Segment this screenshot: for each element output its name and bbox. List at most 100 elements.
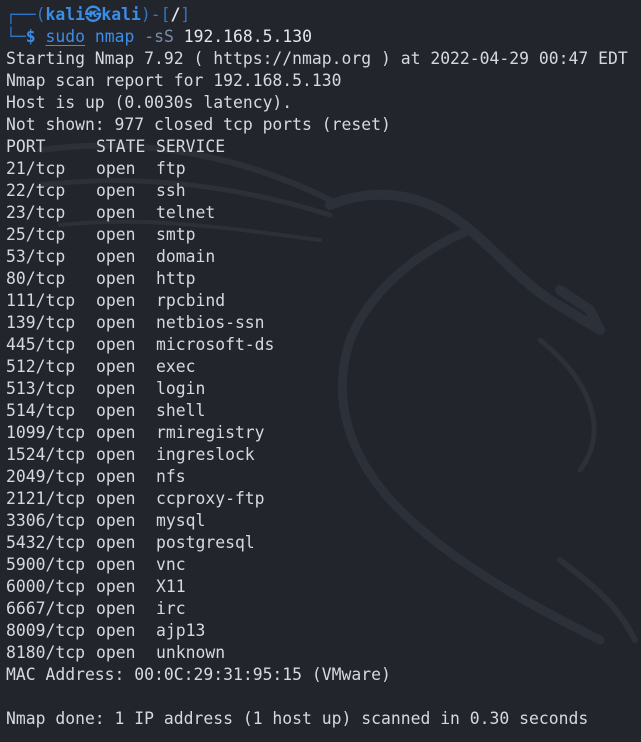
table-row: 8009/tcp open ajp13	[6, 620, 641, 642]
state-cell: open	[96, 577, 136, 596]
table-row: 21/tcp open ftp	[6, 158, 641, 180]
state-cell: open	[96, 467, 136, 486]
output-done: Nmap done: 1 IP address (1 host up) scan…	[6, 709, 589, 728]
service-cell: rmiregistry	[156, 423, 265, 442]
port-cell: 23/tcp	[6, 203, 66, 222]
table-row: 3306/tcp open mysql	[6, 510, 641, 532]
service-cell: login	[156, 379, 206, 398]
port-cell: 111/tcp	[6, 291, 76, 310]
port-cell: 5432/tcp	[6, 533, 85, 552]
header-port: PORT	[6, 137, 46, 156]
table-row: 139/tcp open netbios-ssn	[6, 312, 641, 334]
header-service: SERVICE	[156, 137, 226, 156]
table-row: 111/tcp open rpcbind	[6, 290, 641, 312]
service-cell: ingreslock	[156, 445, 255, 464]
state-cell: open	[96, 269, 136, 288]
table-row: 53/tcp open domain	[6, 246, 641, 268]
service-cell: irc	[156, 599, 186, 618]
output-starting: Starting Nmap 7.92 ( https://nmap.org ) …	[6, 49, 628, 68]
port-cell: 512/tcp	[6, 357, 76, 376]
state-cell: open	[96, 247, 136, 266]
prompt-at-icon: ㉿	[84, 5, 102, 24]
service-cell: vnc	[156, 555, 186, 574]
terminal-window[interactable]: ┌──(kali㉿kali)-[/] └─$ sudo nmap -sS 192…	[0, 0, 641, 742]
port-cell: 22/tcp	[6, 181, 66, 200]
table-row: 5432/tcp open postgresql	[6, 532, 641, 554]
prompt-host: kali	[101, 5, 141, 24]
service-cell: rpcbind	[156, 291, 226, 310]
port-cell: 513/tcp	[6, 379, 76, 398]
command-line[interactable]: └─$ sudo nmap -sS 192.168.5.130	[6, 26, 641, 48]
prompt-separator: )-[	[140, 5, 171, 24]
state-cell: open	[96, 555, 136, 574]
state-cell: open	[96, 621, 136, 640]
service-cell: shell	[156, 401, 206, 420]
table-row: 513/tcp open login	[6, 378, 641, 400]
state-cell: open	[96, 401, 136, 420]
service-cell: netbios-ssn	[156, 313, 265, 332]
state-cell: open	[96, 225, 136, 244]
output-host-up: Host is up (0.0030s latency).	[6, 93, 293, 112]
service-cell: ajp13	[156, 621, 206, 640]
state-cell: open	[96, 599, 136, 618]
state-cell: open	[96, 181, 136, 200]
command-target: 192.168.5.130	[183, 27, 312, 46]
state-cell: open	[96, 159, 136, 178]
prompt-corner-bottom: └─	[6, 27, 26, 46]
service-cell: domain	[156, 247, 216, 266]
table-row: 1099/tcp open rmiregistry	[6, 422, 641, 444]
table-row: 1524/tcp open ingreslock	[6, 444, 641, 466]
table-row: 6000/tcp open X11	[6, 576, 641, 598]
state-cell: open	[96, 203, 136, 222]
port-table: 21/tcp open ftp 22/tcp open ssh 23/tcp open teln…	[6, 158, 641, 664]
table-row: 6667/tcp open irc	[6, 598, 641, 620]
prompt-user: kali	[45, 5, 85, 24]
table-row: 22/tcp open ssh	[6, 180, 641, 202]
port-cell: 53/tcp	[6, 247, 66, 266]
service-cell: ssh	[156, 181, 186, 200]
output-mac: MAC Address: 00:0C:29:31:95:15 (VMware)	[6, 665, 391, 684]
port-cell: 139/tcp	[6, 313, 76, 332]
service-cell: http	[156, 269, 196, 288]
port-cell: 6667/tcp	[6, 599, 85, 618]
port-cell: 6000/tcp	[6, 577, 85, 596]
table-row: 25/tcp open smtp	[6, 224, 641, 246]
port-cell: 25/tcp	[6, 225, 66, 244]
table-row: 80/tcp open http	[6, 268, 641, 290]
state-cell: open	[96, 445, 136, 464]
terminal-output: ┌──(kali㉿kali)-[/] └─$ sudo nmap -sS 192…	[0, 0, 641, 730]
port-cell: 8180/tcp	[6, 643, 85, 662]
state-cell: open	[96, 291, 136, 310]
service-cell: microsoft-ds	[156, 335, 275, 354]
state-cell: open	[96, 643, 136, 662]
table-row: 2049/tcp open nfs	[6, 466, 641, 488]
port-cell: 514/tcp	[6, 401, 76, 420]
port-cell: 3306/tcp	[6, 511, 85, 530]
service-cell: ftp	[156, 159, 186, 178]
prompt-corner-top: ┌──(	[6, 5, 46, 24]
header-state: STATE	[96, 137, 146, 156]
state-cell: open	[96, 511, 136, 530]
state-cell: open	[96, 357, 136, 376]
state-cell: open	[96, 489, 136, 508]
command-flag: -sS	[144, 27, 174, 46]
service-cell: smtp	[156, 225, 196, 244]
port-cell: 21/tcp	[6, 159, 66, 178]
table-row: 23/tcp open telnet	[6, 202, 641, 224]
port-cell: 2121/tcp	[6, 489, 85, 508]
table-row: 8180/tcp open unknown	[6, 642, 641, 664]
port-cell: 2049/tcp	[6, 467, 85, 486]
service-cell: ccproxy-ftp	[156, 489, 265, 508]
prompt-close-bracket: ]	[180, 5, 191, 24]
state-cell: open	[96, 533, 136, 552]
state-cell: open	[96, 313, 136, 332]
service-cell: postgresql	[156, 533, 255, 552]
prompt-line-top: ┌──(kali㉿kali)-[/]	[6, 4, 641, 26]
port-cell: 1524/tcp	[6, 445, 85, 464]
port-cell: 445/tcp	[6, 335, 76, 354]
service-cell: unknown	[156, 643, 226, 662]
service-cell: exec	[156, 357, 196, 376]
service-cell: nfs	[156, 467, 186, 486]
state-cell: open	[96, 379, 136, 398]
